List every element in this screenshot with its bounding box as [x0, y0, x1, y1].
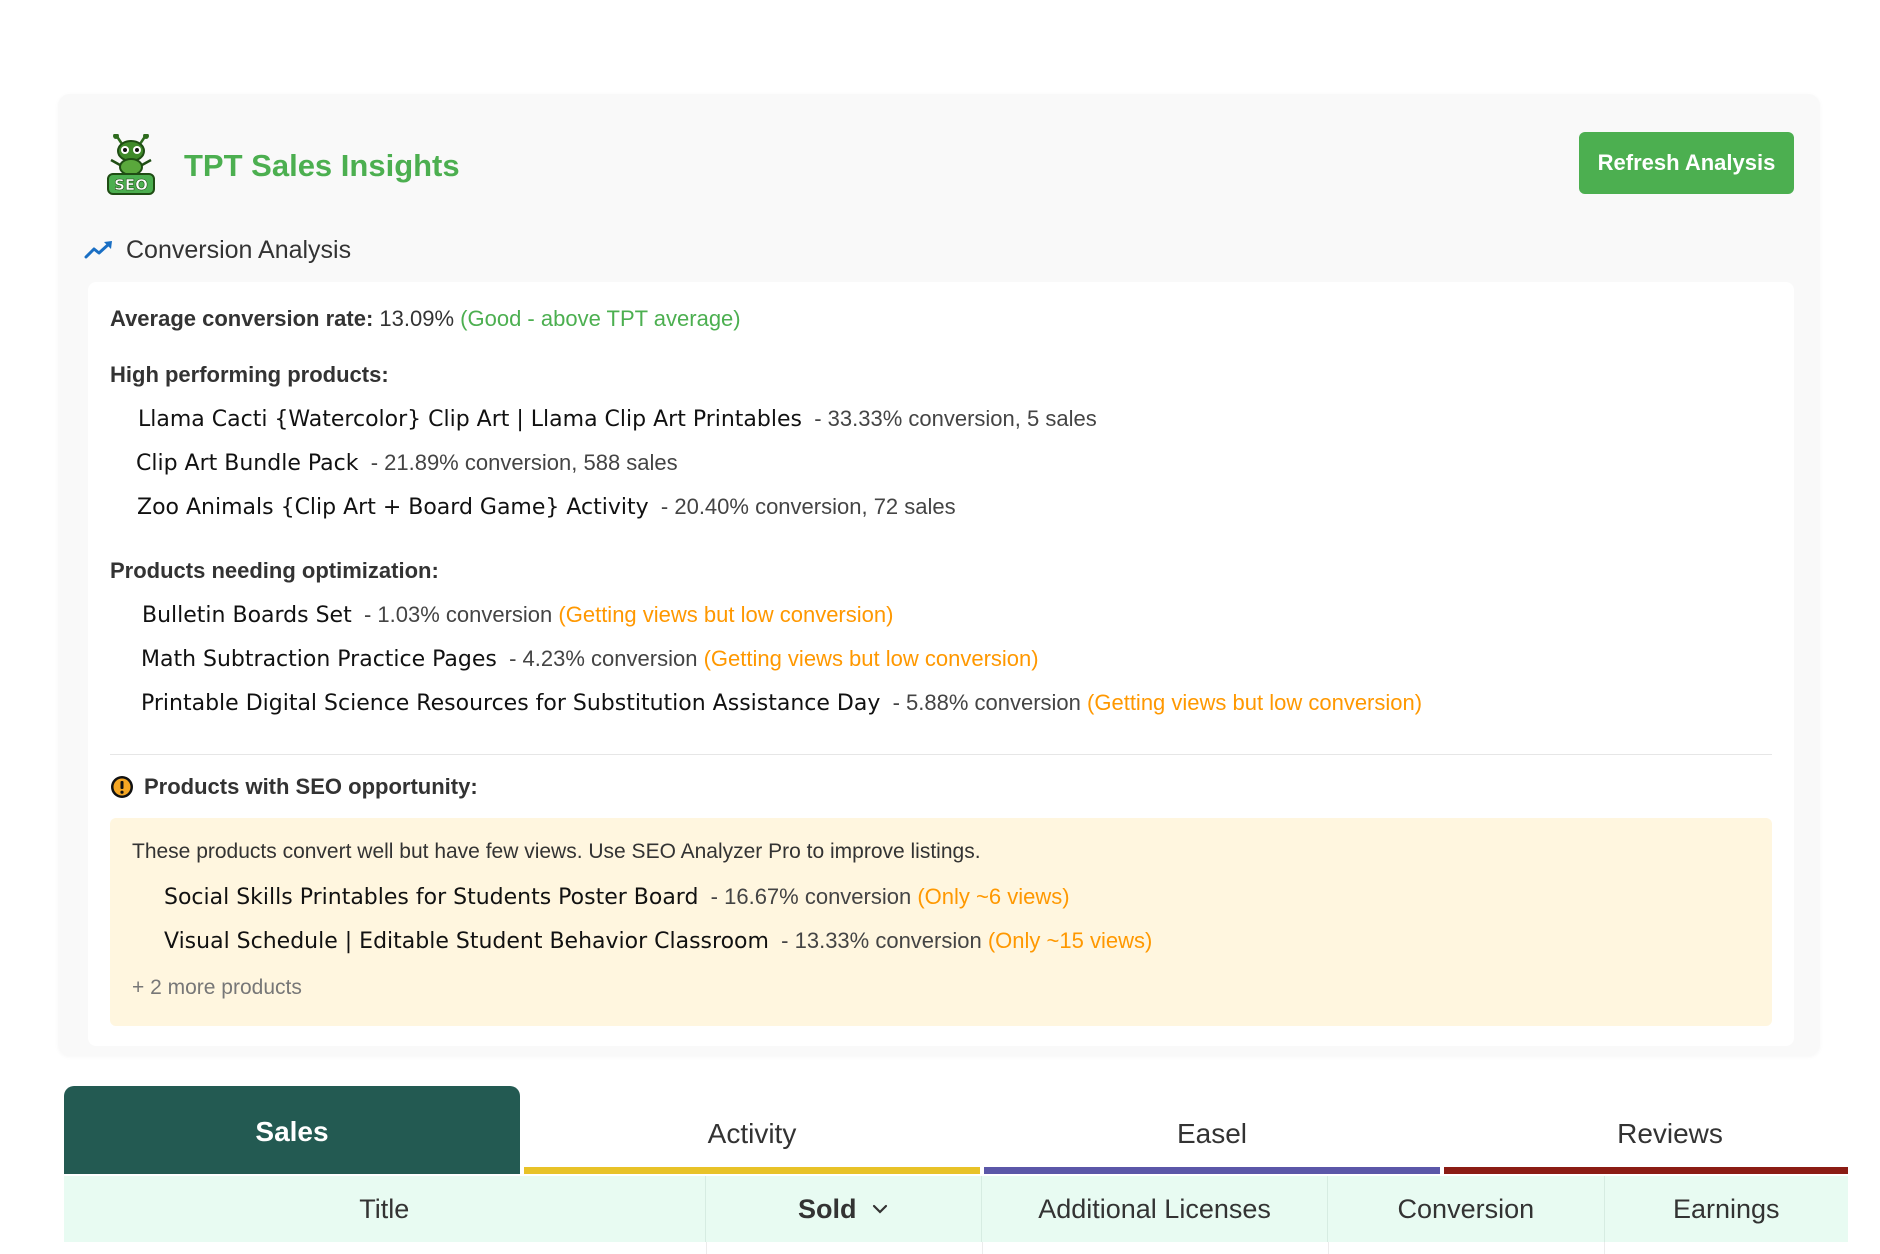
- product-title: Visual Schedule | Editable Student Behav…: [164, 929, 769, 954]
- seo-opportunity-heading: Products with SEO opportunity:: [110, 774, 478, 800]
- column-divider: [706, 1242, 707, 1254]
- list-item: Printable Digital Science Resources for …: [141, 690, 1422, 716]
- tab-color-bar: [1444, 1167, 1848, 1174]
- list-item: Llama Cacti {Watercolor} Clip Art | Llam…: [138, 406, 1097, 432]
- column-header-title[interactable]: Title: [64, 1176, 706, 1242]
- trending-up-icon: [84, 241, 112, 259]
- tab-color-bar: [524, 1167, 980, 1174]
- product-meta: - 20.40% conversion, 72 sales: [660, 494, 956, 519]
- tab-activity[interactable]: Activity: [524, 1086, 980, 1174]
- column-divider: [982, 1242, 983, 1254]
- high-performing-label: High performing products:: [110, 362, 389, 387]
- column-label: Earnings: [1672, 1193, 1780, 1224]
- refresh-analysis-button[interactable]: Refresh Analysis: [1579, 132, 1794, 194]
- seo-intro: These products convert well but have few…: [132, 840, 981, 863]
- alert-icon: [111, 776, 133, 798]
- column-label: Sold: [798, 1193, 857, 1224]
- product-meta: - 33.33% conversion, 5 sales: [814, 406, 1097, 431]
- product-meta: - 13.33% conversion: [781, 928, 982, 953]
- table-header: Title Sold Additional Licenses Conversio…: [64, 1176, 1848, 1242]
- product-title: Printable Digital Science Resources for …: [141, 691, 881, 716]
- conversion-card: Average conversion rate: 13.09% (Good - …: [88, 282, 1794, 1046]
- list-item: Math Subtraction Practice Pages - 4.23% …: [141, 646, 1039, 672]
- seo-opportunity-box: These products convert well but have few…: [110, 818, 1772, 1026]
- tab-label: Easel: [1176, 1118, 1248, 1149]
- product-note: (Only ~6 views): [917, 884, 1070, 909]
- column-header-earnings[interactable]: Earnings: [1605, 1176, 1848, 1242]
- seo-opportunity-label: Products with SEO opportunity:: [144, 774, 478, 799]
- tab-color-bar: [984, 1167, 1440, 1174]
- report-tabs: Sales Activity Easel Reviews: [64, 1086, 1848, 1174]
- product-note: (Only ~15 views): [987, 928, 1153, 953]
- product-meta: - 21.89% conversion, 588 sales: [370, 450, 678, 475]
- tab-label: Activity: [707, 1118, 797, 1149]
- list-item: Clip Art Bundle Pack - 21.89% conversion…: [136, 450, 678, 476]
- list-item: Visual Schedule | Editable Student Behav…: [164, 928, 1152, 954]
- section-divider: [110, 754, 1772, 755]
- average-conversion-note: (Good - above TPT average): [460, 306, 741, 331]
- tab-sales[interactable]: Sales: [64, 1086, 520, 1174]
- column-label: Conversion: [1397, 1193, 1535, 1224]
- product-title: Social Skills Printables for Students Po…: [164, 885, 699, 910]
- app-title: TPT Sales Insights: [184, 148, 460, 183]
- product-meta: - 16.67% conversion: [710, 884, 912, 909]
- panel-header: SEO TPT Sales Insights Refresh Analysis: [104, 132, 1794, 202]
- product-title: Llama Cacti {Watercolor} Clip Art | Llam…: [138, 407, 802, 432]
- section-title: Conversion Analysis: [126, 235, 352, 264]
- column-divider: [1604, 1242, 1605, 1254]
- product-note: (Getting views but low conversion): [1087, 690, 1423, 715]
- list-item: Zoo Animals {Clip Art + Board Game} Acti…: [137, 494, 956, 520]
- list-item: Social Skills Printables for Students Po…: [164, 884, 1070, 910]
- more-products-link[interactable]: + 2 more products: [132, 976, 302, 1000]
- insights-panel: SEO TPT Sales Insights Refresh Analysis …: [58, 94, 1820, 1056]
- product-title: Zoo Animals {Clip Art + Board Game} Acti…: [137, 495, 649, 520]
- average-conversion-label: Average conversion rate:: [110, 306, 374, 331]
- tab-label: Sales: [255, 1116, 329, 1147]
- product-meta: - 5.88% conversion: [892, 690, 1081, 715]
- average-conversion-row: Average conversion rate: 13.09% (Good - …: [110, 306, 741, 332]
- column-header-additional-licenses[interactable]: Additional Licenses: [982, 1176, 1329, 1242]
- column-header-conversion[interactable]: Conversion: [1328, 1176, 1605, 1242]
- column-label: Additional Licenses: [1038, 1193, 1271, 1224]
- tab-easel[interactable]: Easel: [984, 1086, 1440, 1174]
- list-item: Bulletin Boards Set - 1.03% conversion (…: [142, 602, 893, 628]
- column-divider: [1328, 1242, 1329, 1254]
- average-conversion-value: 13.09%: [379, 306, 455, 331]
- product-meta: - 1.03% conversion: [363, 602, 553, 627]
- column-label: Title: [359, 1193, 410, 1224]
- seo-bug-logo-icon: SEO: [107, 134, 155, 195]
- product-note: (Getting views but low conversion): [558, 602, 894, 627]
- product-title: Bulletin Boards Set: [142, 603, 352, 628]
- column-header-sold[interactable]: Sold: [706, 1176, 982, 1242]
- product-meta: - 4.23% conversion: [509, 646, 698, 671]
- conversion-analysis-heading: Conversion Analysis: [84, 230, 351, 270]
- tab-reviews[interactable]: Reviews: [1444, 1086, 1848, 1174]
- logo-text: SEO: [114, 176, 148, 194]
- chevron-down-icon: [872, 1204, 887, 1214]
- product-title: Clip Art Bundle Pack: [136, 451, 359, 476]
- product-title: Math Subtraction Practice Pages: [141, 647, 497, 672]
- tab-label: Reviews: [1617, 1118, 1723, 1149]
- product-note: (Getting views but low conversion): [703, 646, 1039, 671]
- optimization-label: Products needing optimization:: [110, 558, 439, 583]
